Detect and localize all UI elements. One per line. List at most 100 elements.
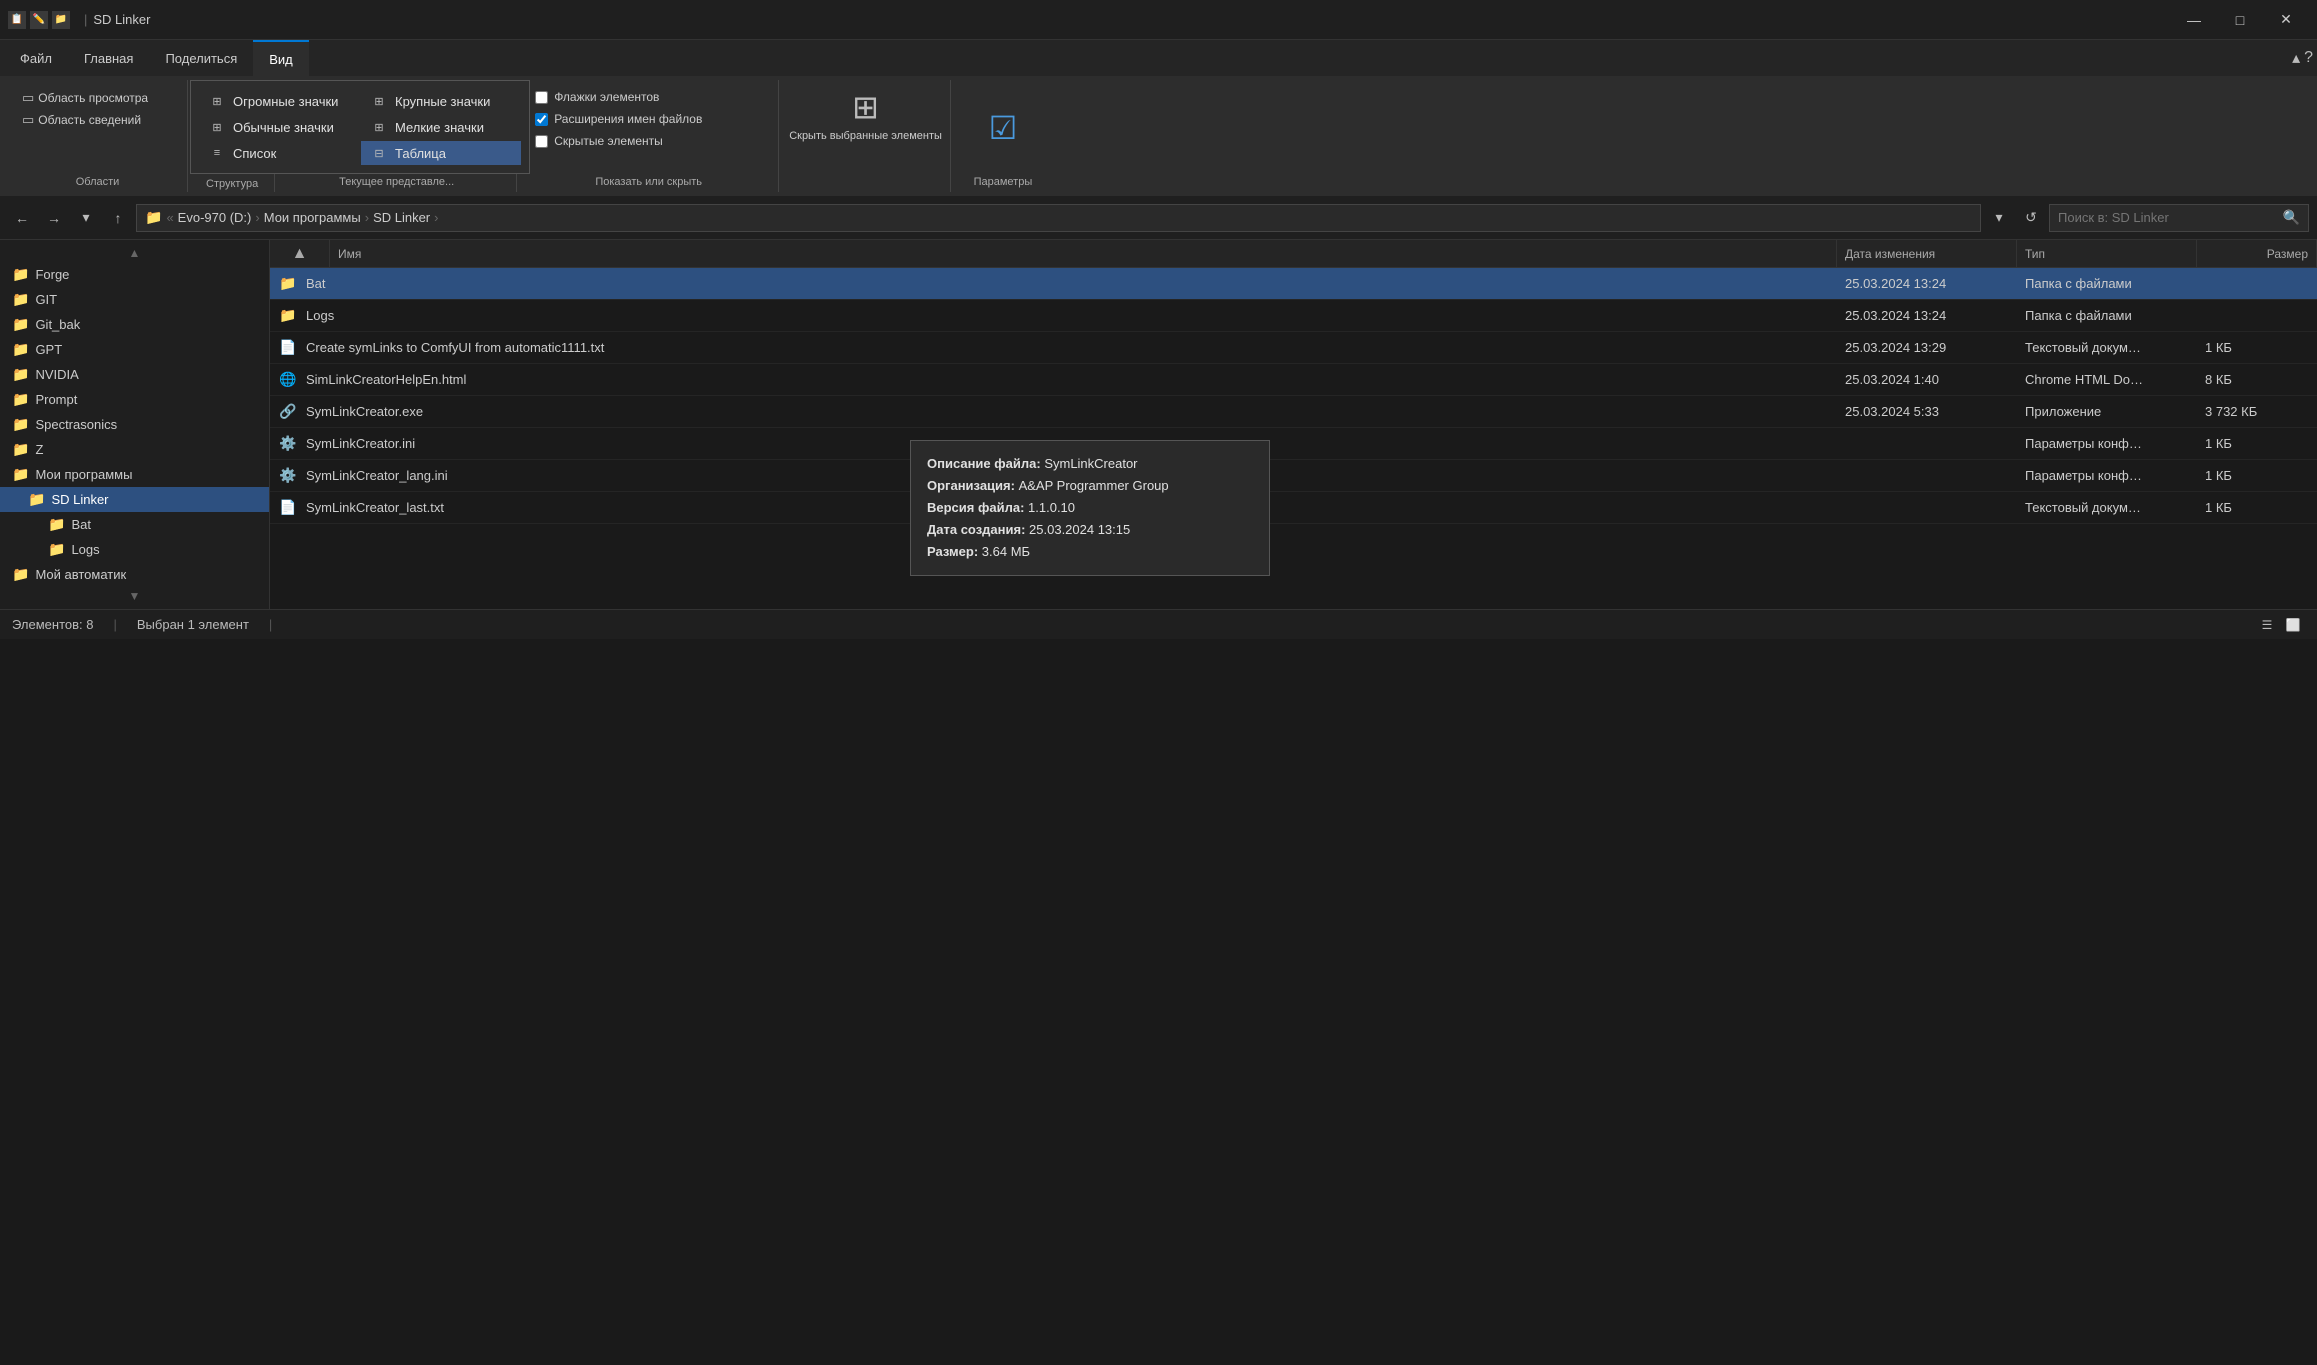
details-area-btn[interactable]: ▭ Область сведений <box>16 110 179 130</box>
table-row[interactable]: ⚙️ SymLinkCreator_lang.ini Параметры кон… <box>270 460 2317 492</box>
table-row[interactable]: 📄 SymLinkCreator_last.txt Текстовый доку… <box>270 492 2317 524</box>
sidebar-item-moy-avtomat[interactable]: 📁 Мой автоматик <box>0 562 269 587</box>
title-separator: | <box>84 12 87 27</box>
file-date-symlinkexe: 25.03.2024 5:33 <box>1837 400 2017 423</box>
folder-icon-moiprog: 📁 <box>12 466 29 483</box>
table-row[interactable]: 📄 Create symLinks to ComfyUI from automa… <box>270 332 2317 364</box>
col-header-name[interactable]: Имя <box>330 240 1837 267</box>
table-row[interactable]: 📁 Logs 25.03.2024 13:24 Папка с файлами <box>270 300 2317 332</box>
status-sep-2: | <box>269 617 272 632</box>
list-option[interactable]: ≡ Список <box>199 141 359 165</box>
sidebar-item-nvidia[interactable]: 📁 NVIDIA <box>0 362 269 387</box>
up-button[interactable]: ↑ <box>104 204 132 232</box>
table-row[interactable]: 📁 Bat 25.03.2024 13:24 Папка с файлами <box>270 268 2317 300</box>
sidebar-item-bat[interactable]: 📁 Bat <box>0 512 269 537</box>
status-selected: Выбран 1 элемент <box>137 617 249 632</box>
sidebar-item-spectrasonics[interactable]: 📁 Spectrasonics <box>0 412 269 437</box>
huge-icons-icon: ⊞ <box>207 93 227 109</box>
folder-icon-row-logs: 📁 <box>278 307 298 324</box>
tab-view[interactable]: Вид <box>253 40 309 76</box>
folder-icon-moyavtomat: 📁 <box>12 566 29 583</box>
tab-file[interactable]: Файл <box>4 40 68 76</box>
folder-icon-bat: 📁 <box>48 516 65 533</box>
sidebar-item-z[interactable]: 📁 Z <box>0 437 269 462</box>
breadcrumb-myprograms[interactable]: Мои программы <box>264 210 361 225</box>
large-icons-option[interactable]: ⊞ Крупные значки <box>361 89 521 113</box>
doc-icon-createsymlinks: 📄 <box>278 339 298 356</box>
sidebar-item-git-bak[interactable]: 📁 Git_bak <box>0 312 269 337</box>
file-date-symlinklasttxt <box>1837 504 2017 512</box>
file-list: ▲ Имя Дата изменения Тип Размер 📁 Bat 25… <box>270 240 2317 609</box>
table-row[interactable]: 🔗 SymLinkCreator.exe 25.03.2024 5:33 При… <box>270 396 2317 428</box>
areas-group-label: Области <box>16 176 179 188</box>
file-size-logs <box>2197 312 2317 320</box>
col-header-size[interactable]: Размер <box>2197 240 2317 267</box>
breadcrumb-arrow-3: › <box>434 210 438 225</box>
file-list-header: ▲ Имя Дата изменения Тип Размер <box>270 240 2317 268</box>
minimize-button[interactable]: — <box>2171 0 2217 40</box>
preview-area-btn[interactable]: ▭ Область просмотра <box>16 88 179 108</box>
file-size-symlinklangini: 1 КБ <box>2197 464 2317 487</box>
small-icons-option[interactable]: ⊞ Мелкие значки <box>361 115 521 139</box>
sort-arrow-header[interactable]: ▲ <box>270 240 330 267</box>
normal-icons-option[interactable]: ⊞ Обычные значки <box>199 115 359 139</box>
breadcrumb-arrow-2: › <box>365 210 369 225</box>
sidebar-item-git[interactable]: 📁 GIT <box>0 287 269 312</box>
doc-icon-symlinklast: 📄 <box>278 499 298 516</box>
folder-icon-nvidia: 📁 <box>12 366 29 383</box>
file-date-bat: 25.03.2024 13:24 <box>1837 272 2017 295</box>
file-date-createsymlinks: 25.03.2024 13:29 <box>1837 336 2017 359</box>
tab-home[interactable]: Главная <box>68 40 149 76</box>
breadcrumb-separator-0: « <box>166 210 173 225</box>
breadcrumb-sdlinker[interactable]: SD Linker <box>373 210 430 225</box>
file-type-createsymlinks: Текстовый докум… <box>2017 336 2197 359</box>
folder-icon-forge: 📁 <box>12 266 29 283</box>
table-row[interactable]: 🌐 SimLinkCreatorHelpEn.html 25.03.2024 1… <box>270 364 2317 396</box>
sidebar-item-prompt[interactable]: 📁 Prompt <box>0 387 269 412</box>
tooltip-date-value: 25.03.2024 13:15 <box>1029 522 1130 537</box>
help-btn[interactable]: ? <box>2304 48 2313 68</box>
view-mode-dropdown: ⊞ Огромные значки ⊞ Крупные значки ⊞ Обы… <box>190 80 530 174</box>
recent-btn[interactable]: ▾ <box>72 204 100 232</box>
hidden-checkbox[interactable] <box>535 135 548 148</box>
show-hide-group-label: Показать или скрыть <box>531 176 766 188</box>
table-option[interactable]: ⊟ Таблица <box>361 141 521 165</box>
sidebar-scroll-down[interactable]: ▼ <box>0 587 269 605</box>
search-input[interactable] <box>2058 210 2279 225</box>
sidebar-item-moi-programmy[interactable]: 📁 Мои программы <box>0 462 269 487</box>
forward-button[interactable]: → <box>40 204 68 232</box>
col-header-date[interactable]: Дата изменения <box>1837 240 2017 267</box>
ini-icon-symlinkini: ⚙️ <box>278 435 298 452</box>
huge-icons-option[interactable]: ⊞ Огромные значки <box>199 89 359 113</box>
tooltip-desc-value: SymLinkCreator <box>1044 456 1137 471</box>
view-grid-toggle-btn[interactable]: ⬜ <box>2281 613 2305 637</box>
view-list-toggle-btn[interactable]: ☰ <box>2255 613 2279 637</box>
ini-icon-symlinklang: ⚙️ <box>278 467 298 484</box>
maximize-button[interactable]: □ <box>2217 0 2263 40</box>
close-button[interactable]: ✕ <box>2263 0 2309 40</box>
table-row[interactable]: ⚙️ SymLinkCreator.ini Параметры конф… 1 … <box>270 428 2317 460</box>
tooltip-org-value: A&AP Programmer Group <box>1019 478 1169 493</box>
flags-checkbox[interactable] <box>535 91 548 104</box>
file-type-symlinkexe: Приложение <box>2017 400 2197 423</box>
refresh-button[interactable]: ↺ <box>2017 204 2045 232</box>
status-count: Элементов: 8 <box>12 617 93 632</box>
sidebar-item-logs[interactable]: 📁 Logs <box>0 537 269 562</box>
folder-icon-logs: 📁 <box>48 541 65 558</box>
address-dropdown-btn[interactable]: ▾ <box>1985 204 2013 232</box>
titlebar: 📋 ✏️ 📁 | SD Linker — □ ✕ <box>0 0 2317 40</box>
col-header-type[interactable]: Тип <box>2017 240 2197 267</box>
breadcrumb-drive[interactable]: Evo-970 (D:) <box>178 210 252 225</box>
ribbon-expand-btn[interactable]: ▴ <box>2292 48 2300 68</box>
normal-icons-icon: ⊞ <box>207 119 227 135</box>
extensions-checkbox[interactable] <box>535 113 548 126</box>
file-type-symlinkini: Параметры конф… <box>2017 432 2197 455</box>
sidebar-item-gpt[interactable]: 📁 GPT <box>0 337 269 362</box>
ribbon-tabs: Файл Главная Поделиться Вид ▴ ? <box>0 40 2317 76</box>
sidebar-item-sd-linker[interactable]: 📁 SD Linker <box>0 487 269 512</box>
sidebar-scroll-up[interactable]: ▲ <box>0 244 269 262</box>
sidebar-item-forge[interactable]: 📁 Forge <box>0 262 269 287</box>
hidden-checkbox-row: Скрытые элементы <box>531 132 766 150</box>
tab-share[interactable]: Поделиться <box>149 40 253 76</box>
back-button[interactable]: ← <box>8 204 36 232</box>
